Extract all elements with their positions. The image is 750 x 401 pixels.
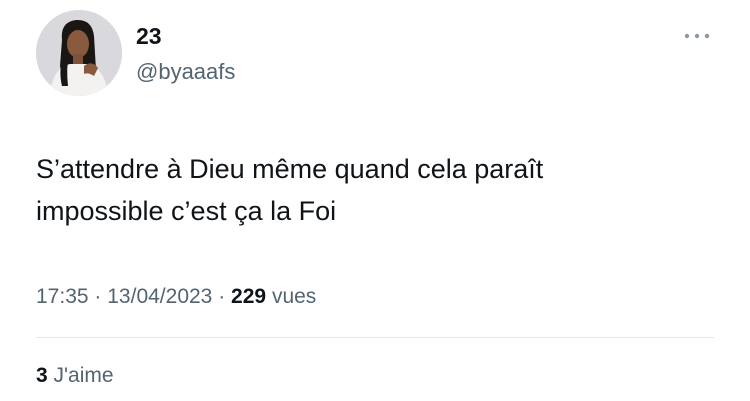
user-handle[interactable]: @byaaafs (136, 58, 235, 86)
likes-link[interactable]: 3 J'aime (36, 362, 114, 390)
tweet-date[interactable]: 13/04/2023 (107, 285, 212, 308)
views-label: vues (271, 285, 317, 308)
views-count: 229 (231, 285, 267, 308)
avatar[interactable] (36, 10, 122, 96)
meta-separator: · (94, 285, 102, 308)
more-horizontal-icon[interactable] (683, 30, 711, 42)
meta-separator: · (218, 285, 226, 308)
tweet-time[interactable]: 17:35 (36, 285, 89, 308)
avatar-photo (36, 10, 122, 96)
likes-count: 3 (36, 364, 48, 387)
tweet: 23 @byaaafs S’attendre à Dieu même quand… (0, 0, 750, 401)
divider (36, 337, 714, 338)
tweet-meta: 17:35 · 13/04/2023 · 229 vues (36, 283, 316, 311)
display-name[interactable]: 23 (136, 22, 162, 50)
tweet-text: S’attendre à Dieu même quand cela paraît… (36, 154, 544, 226)
likes-label: J'aime (53, 364, 114, 387)
